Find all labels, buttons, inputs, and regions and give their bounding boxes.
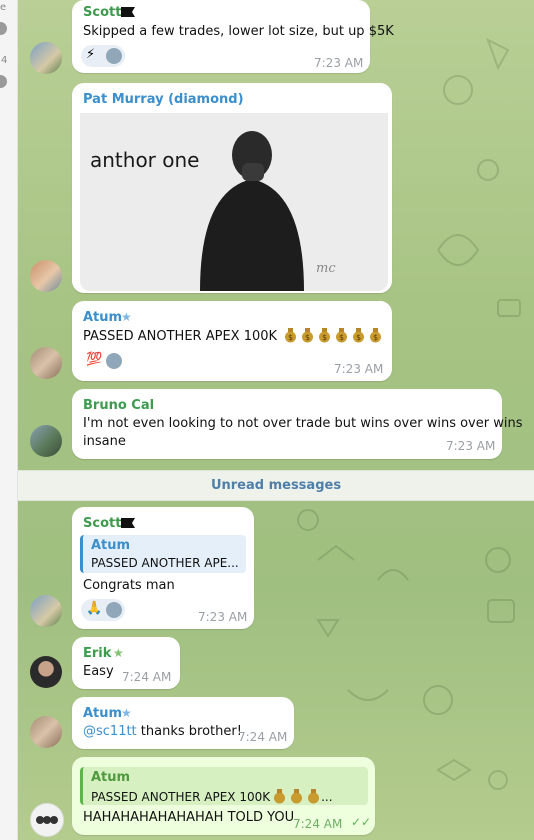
money-bag-icon: $: [302, 328, 314, 343]
message-text: insane: [83, 434, 126, 449]
avatar[interactable]: [30, 716, 62, 748]
svg-text:$: $: [339, 333, 344, 342]
timestamp: 7:24 AM: [293, 817, 343, 831]
quote-text: PASSED ANOTHER APE...: [91, 556, 239, 570]
sender-name[interactable]: Erik: [83, 646, 111, 661]
message-bubble[interactable]: Bruno Cal I'm not even looking to not ov…: [72, 389, 523, 459]
avatar: [106, 353, 122, 369]
svg-text:$: $: [288, 333, 293, 342]
message-text: Congrats man: [83, 578, 175, 593]
gif-watermark: mc: [316, 261, 336, 276]
premium-star-icon: ★: [121, 706, 132, 720]
timestamp: 7:24 AM: [122, 670, 172, 684]
sidebar-fragment: e: [0, 2, 7, 13]
money-bag-icon: $: [370, 328, 382, 343]
sidebar-strip: e 4: [0, 0, 18, 840]
message-text: HAHAHAHAHAHAHAH TOLD YOU: [83, 810, 295, 825]
message-text: I'm not even looking to not over trade b…: [83, 416, 523, 431]
timestamp: 7:24 AM: [238, 730, 288, 744]
sender-name[interactable]: Bruno Cal: [83, 398, 154, 413]
message-bubble[interactable]: Scott Atum PASSED ANOTHER APE... Congrat…: [72, 507, 254, 629]
svg-text:$: $: [322, 333, 327, 342]
hundred-points-icon: 💯: [86, 352, 103, 367]
quote-text: PASSED ANOTHER APEX 100K...: [91, 789, 333, 804]
person-figure-icon: [200, 131, 304, 291]
timestamp: 7:23 AM: [198, 610, 248, 624]
svg-text:$: $: [373, 333, 378, 342]
quote-author: Atum: [91, 770, 131, 785]
avatar: [106, 602, 122, 618]
avatar: [106, 48, 122, 64]
quote-author: Atum: [91, 538, 131, 553]
message-text: PASSED ANOTHER APEX 100K $ $ $ $ $ $: [83, 327, 383, 346]
avatar[interactable]: [30, 260, 62, 292]
money-bag-icon: $: [319, 328, 331, 343]
message-bubble[interactable]: Pat Murray (diamond) anthor one mc: [72, 83, 392, 293]
timestamp: 7:23 AM: [314, 56, 364, 70]
sender-name[interactable]: Scott: [83, 516, 121, 531]
avatar[interactable]: [30, 656, 62, 688]
sender-name[interactable]: Pat Murray (diamond): [83, 92, 244, 107]
message-text: @sc11tt thanks brother!: [83, 724, 242, 739]
svg-text:$: $: [356, 333, 361, 342]
black-flag-icon: [121, 518, 135, 528]
mention-link[interactable]: @sc11tt: [83, 724, 137, 739]
quoted-message[interactable]: Atum PASSED ANOTHER APEX 100K...: [80, 767, 368, 805]
avatar[interactable]: [30, 425, 62, 457]
chat-area[interactable]: Scott Skipped a few trades, lower lot si…: [18, 0, 534, 840]
message-text: Easy: [83, 664, 114, 679]
premium-star-icon: ★: [121, 310, 132, 324]
money-bag-icon: [291, 789, 303, 804]
message-text: Skipped a few trades, lower lot size, bu…: [83, 24, 394, 39]
message-bubble[interactable]: Scott Skipped a few trades, lower lot si…: [72, 0, 394, 73]
lightning-icon: ⚡: [86, 47, 96, 62]
avatar[interactable]: [30, 595, 62, 627]
sidebar-fragment: 4: [1, 55, 8, 66]
message-bubble[interactable]: Atum PASSED ANOTHER APEX 100K... HAHAHAH…: [72, 757, 375, 835]
money-bag-icon: $: [336, 328, 348, 343]
money-bag-icon: [308, 789, 320, 804]
unread-divider: Unread messages: [18, 470, 534, 501]
money-bag-icon: [274, 789, 286, 804]
avatar[interactable]: [30, 42, 62, 74]
timestamp: 7:23 AM: [446, 439, 496, 453]
message-bubble[interactable]: Atum ★ PASSED ANOTHER APEX 100K $ $ $ $ $ $ 💯…: [72, 301, 392, 381]
money-bag-icon: $: [353, 328, 365, 343]
sender-name[interactable]: Scott: [83, 5, 121, 20]
sender-name[interactable]: Atum: [83, 706, 122, 721]
reaction-chip[interactable]: 💯: [81, 350, 125, 372]
black-flag-icon: [121, 7, 135, 17]
message-bubble[interactable]: Atum ★ @sc11tt thanks brother! 7:24 AM: [72, 697, 294, 749]
sender-name[interactable]: Atum: [83, 310, 122, 325]
avatar-pattern-icon: [36, 816, 58, 824]
unread-dot-icon: [0, 75, 7, 88]
message-bubble[interactable]: Erik ★ Easy 7:24 AM: [72, 637, 180, 689]
svg-text:$: $: [305, 333, 310, 342]
gif-caption: anthor one: [90, 148, 200, 172]
avatar[interactable]: [30, 347, 62, 379]
premium-star-icon: ★: [113, 646, 124, 660]
gif-media[interactable]: anthor one mc: [80, 113, 388, 291]
double-check-icon: ✓✓: [351, 815, 372, 829]
timestamp: 7:23 AM: [334, 362, 384, 376]
reaction-chip[interactable]: 🙏: [81, 599, 125, 621]
reaction-chip[interactable]: ⚡: [81, 45, 125, 67]
money-bag-icon: $: [285, 328, 297, 343]
quoted-message[interactable]: Atum PASSED ANOTHER APE...: [80, 535, 246, 573]
unread-dot-icon: [0, 22, 7, 35]
avatar[interactable]: [30, 803, 64, 837]
folded-hands-icon: 🙏: [86, 601, 103, 616]
